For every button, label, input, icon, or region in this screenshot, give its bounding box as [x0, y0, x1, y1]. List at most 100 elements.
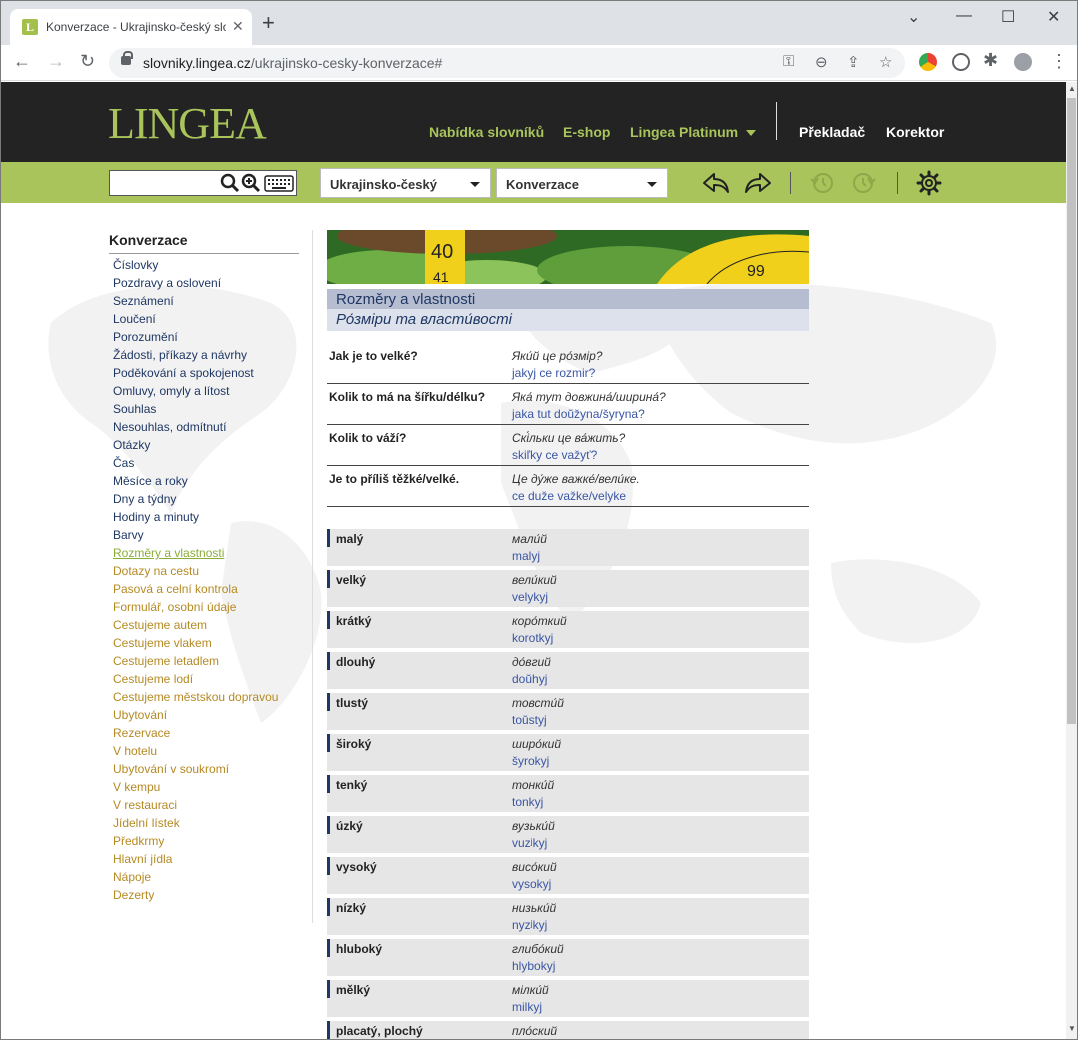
zoom-search-icon[interactable] [241, 173, 261, 193]
close-window-icon[interactable]: ✕ [1047, 7, 1060, 27]
key-icon[interactable]: ⚿ [783, 53, 794, 70]
sidebar-item[interactable]: Dotazy na cestu [113, 562, 278, 580]
sidebar-item[interactable]: Pozdravy a oslovení [113, 274, 278, 292]
sidebar-item[interactable]: Hodiny a minuty [113, 508, 278, 526]
scroll-up-icon[interactable]: ▲ [1068, 84, 1076, 93]
history-forward-icon[interactable] [852, 171, 876, 195]
profile-extension-icon[interactable] [952, 53, 970, 71]
word-tr[interactable]: velykyj [512, 590, 548, 604]
sidebar-item[interactable]: Barvy [113, 526, 278, 544]
scroll-down-icon[interactable]: ▼ [1068, 1024, 1076, 1033]
word-tr[interactable]: vuzʲkyj [512, 836, 547, 850]
phrase-uk: Скі́льки це ва́жить? [512, 431, 626, 445]
puzzle-extensions-icon[interactable]: ✱ [983, 50, 998, 71]
word-tr[interactable]: korotkyj [512, 631, 553, 645]
history-back-icon[interactable] [810, 171, 834, 195]
forward-arrow-icon[interactable]: → [47, 51, 65, 72]
forward-icon[interactable] [744, 171, 772, 195]
sidebar-item[interactable]: Omluvy, omyly a lítost [113, 382, 278, 400]
phrase-tr[interactable]: skiľky ce važyť? [512, 448, 597, 462]
browser-tab[interactable]: L Konverzace - Ukrajinsko-český slovník … [10, 9, 252, 45]
sidebar-item[interactable]: Ubytování [113, 706, 278, 724]
keyboard-icon[interactable] [264, 175, 294, 192]
word-tr[interactable]: nyzʲkyj [512, 918, 547, 932]
sidebar-item[interactable]: Ubytování v soukromí [113, 760, 278, 778]
nav-lingea-platinum[interactable]: Lingea Platinum [630, 124, 757, 140]
sidebar-item[interactable]: V kempu [113, 778, 278, 796]
chevron-down-icon[interactable]: ⌄ [907, 7, 920, 27]
page-scrollbar[interactable]: ▲ ▼ [1066, 82, 1077, 1039]
settings-gear-icon[interactable] [916, 170, 942, 196]
sidebar-item[interactable]: Rezervace [113, 724, 278, 742]
sidebar-item[interactable]: Cestujeme lodí [113, 670, 278, 688]
sidebar-item[interactable]: Jídelní lístek [113, 814, 278, 832]
sidebar-item[interactable]: Cestujeme letadlem [113, 652, 278, 670]
dictionary-select[interactable]: Ukrajinsko-český [320, 168, 491, 198]
word-tr[interactable]: milkyj [512, 1000, 542, 1014]
sidebar-item[interactable]: V hotelu [113, 742, 278, 760]
sidebar-item[interactable]: Cestujeme autem [113, 616, 278, 634]
sidebar-item[interactable]: Formulář, osobní údaje [113, 598, 278, 616]
sidebar-item[interactable]: Seznámení [113, 292, 278, 310]
sidebar-item[interactable]: Porozumění [113, 328, 278, 346]
sidebar-item[interactable]: V restauraci [113, 796, 278, 814]
sidebar-item[interactable]: Rozměry a vlastnosti [113, 544, 278, 562]
bookmark-star-icon[interactable]: ☆ [879, 53, 892, 71]
word-tr[interactable]: vysokyj [512, 877, 551, 891]
sidebar-item[interactable]: Nesouhlas, odmítnutí [113, 418, 278, 436]
chrome-extension-icon[interactable] [919, 53, 937, 71]
word-tr[interactable]: malyj [512, 549, 540, 563]
sidebar-item[interactable]: Souhlas [113, 400, 278, 418]
word-tr[interactable]: tonkyj [512, 795, 543, 809]
word-row: krátký коро́ткий korotkyj [327, 611, 809, 648]
mode-select[interactable]: Konverzace [496, 168, 668, 198]
zoom-icon[interactable]: ⊖ [815, 53, 828, 71]
phrase-tr[interactable]: jakyj ce rozmir? [512, 366, 595, 380]
word-row: nízký низьки́й nyzʲkyj [327, 898, 809, 935]
word-tr[interactable]: toŭstyj [512, 713, 547, 727]
new-tab-icon[interactable]: + [262, 12, 275, 34]
sidebar-item[interactable]: Nápoje [113, 868, 278, 886]
word-tr[interactable]: hlybokyj [512, 959, 555, 973]
lingea-logo[interactable]: LINGEA [108, 98, 267, 149]
sidebar-item[interactable]: Hlavní jídla [113, 850, 278, 868]
sidebar-item[interactable]: Pasová a celní kontrola [113, 580, 278, 598]
nav-divider [776, 102, 777, 140]
main-column: 40 41 99 Rozměry a vlastnosti Ро́зміри т… [317, 218, 810, 1039]
reload-icon[interactable]: ↻ [80, 51, 95, 72]
minimize-icon[interactable]: — [956, 7, 972, 25]
search-icon[interactable] [220, 173, 240, 193]
sidebar-item[interactable]: Poděkování a spokojenost [113, 364, 278, 382]
maximize-icon[interactable]: ☐ [1001, 7, 1015, 27]
sidebar-item[interactable]: Cestujeme městskou dopravou [113, 688, 278, 706]
sidebar-item[interactable]: Čas [113, 454, 278, 472]
phrase-tr[interactable]: jaka tut doŭžyna/šyryna? [512, 407, 645, 421]
sidebar-item[interactable]: Dny a týdny [113, 490, 278, 508]
word-uk: мілки́й [512, 983, 549, 997]
nav-eshop[interactable]: E-shop [563, 124, 610, 140]
sidebar-item[interactable]: Měsíce a roky [113, 472, 278, 490]
nav-korektor[interactable]: Korektor [886, 124, 944, 140]
sidebar-item[interactable]: Žádosti, příkazy a návrhy [113, 346, 278, 364]
word-tr[interactable]: šyrokyj [512, 754, 549, 768]
back-arrow-icon[interactable]: ← [13, 51, 31, 72]
nav-prekladac[interactable]: Překladač [799, 124, 865, 140]
word-tr[interactable]: doŭhyj [512, 672, 547, 686]
nav-nabidka-slovniku[interactable]: Nabídka slovníků [429, 124, 544, 140]
sidebar-item[interactable]: Loučení [113, 310, 278, 328]
sidebar-item[interactable]: Dezerty [113, 886, 278, 904]
address-bar[interactable]: slovniky.lingea.cz/ukrajinsko-cesky-konv… [109, 48, 905, 78]
sidebar-item[interactable]: Číslovky [113, 256, 278, 274]
share-icon[interactable]: ⇪ [847, 53, 860, 71]
close-tab-icon[interactable]: ✕ [232, 18, 244, 35]
sidebar-item[interactable]: Cestujeme vlakem [113, 634, 278, 652]
word-marker [327, 1021, 330, 1039]
menu-dots-icon[interactable]: ⋮ [1050, 51, 1068, 72]
back-icon[interactable] [702, 171, 730, 195]
sidebar-item[interactable]: Otázky [113, 436, 278, 454]
phrase-tr[interactable]: ce duže važke/velyke [512, 489, 626, 503]
scrollbar-thumb[interactable] [1067, 98, 1076, 724]
sidebar-item[interactable]: Předkrmy [113, 832, 278, 850]
account-avatar-icon[interactable] [1014, 53, 1032, 71]
search-input[interactable] [110, 171, 218, 195]
